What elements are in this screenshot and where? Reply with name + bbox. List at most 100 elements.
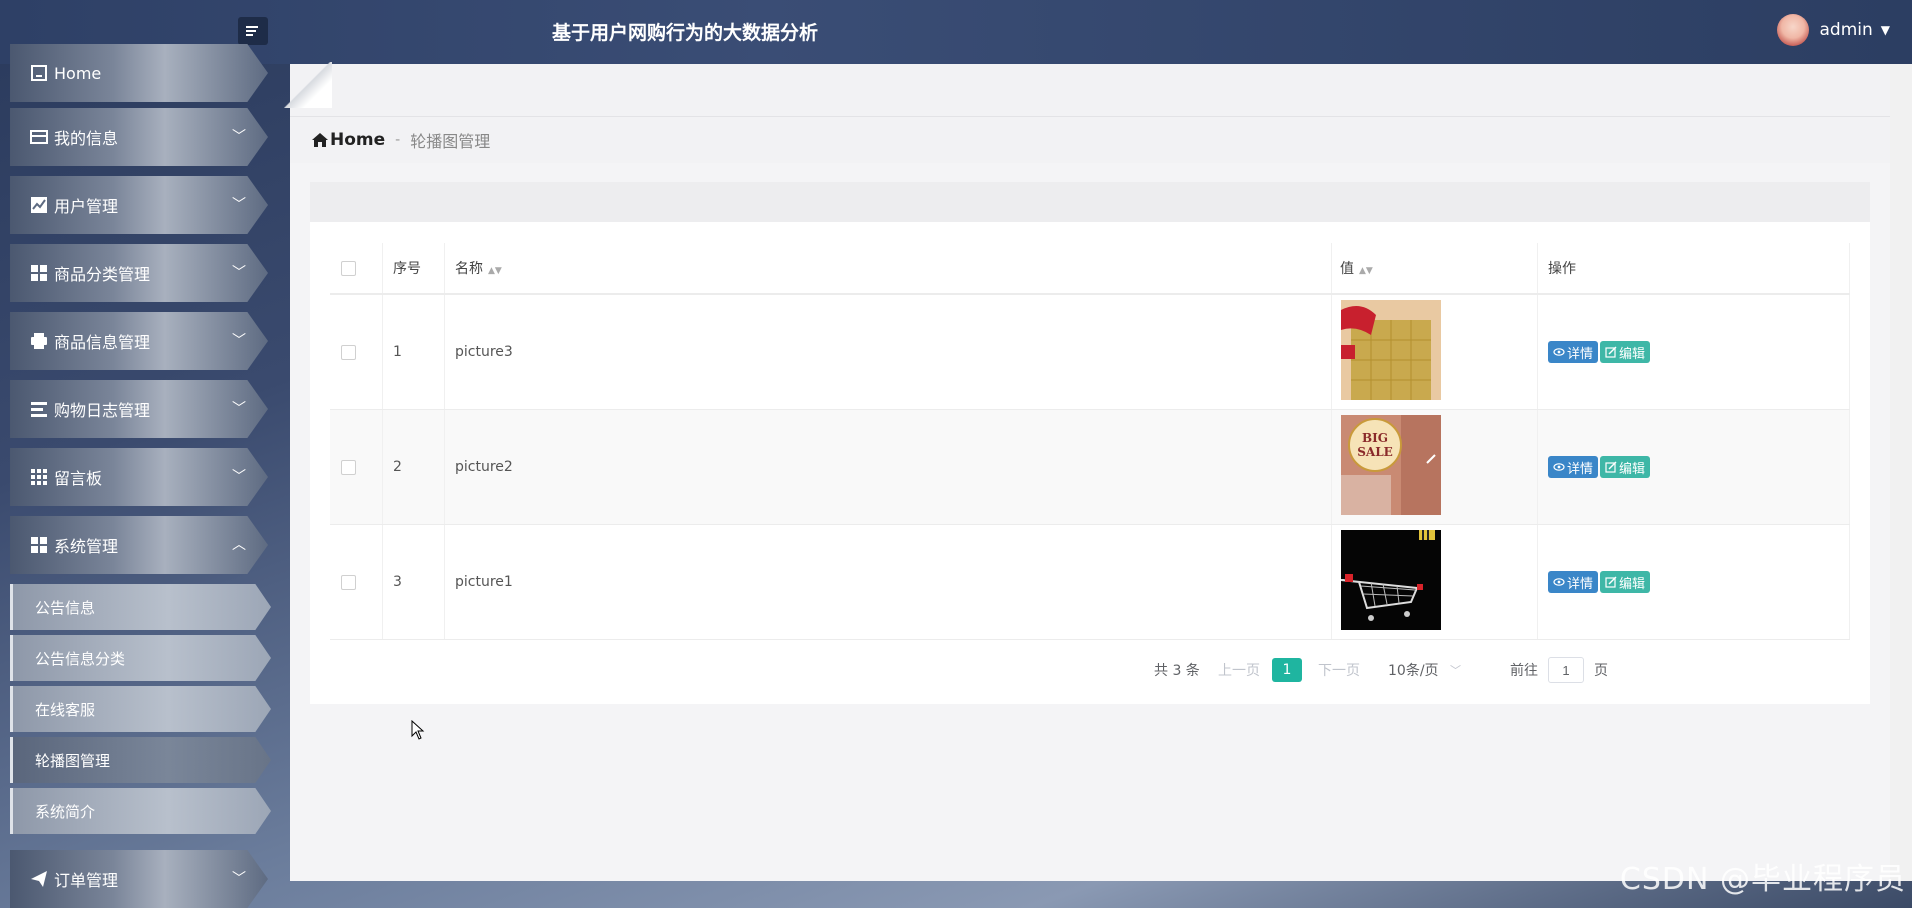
sidebar-item-my-info[interactable]: 我的信息 ﹀ xyxy=(10,108,268,166)
edit-button[interactable]: 编辑 xyxy=(1600,456,1651,478)
chevron-up-icon: ︿ xyxy=(232,537,246,553)
edit-icon xyxy=(1605,461,1617,473)
row-name: picture1 xyxy=(444,524,1332,640)
breadcrumb: Home - 轮播图管理 xyxy=(290,117,1890,164)
row-index: 1 xyxy=(382,294,445,410)
mouse-cursor-icon xyxy=(411,720,425,740)
sidebar-item-label: Home xyxy=(54,63,102,83)
row-checkbox[interactable] xyxy=(341,344,356,360)
svg-text:BIG: BIG xyxy=(1362,431,1388,445)
chevron-down-icon: ﹀ xyxy=(232,197,246,213)
username[interactable]: admin xyxy=(1819,20,1872,40)
sidebar-subitem-system-intro[interactable]: 系统简介 xyxy=(10,788,271,834)
select-all-checkbox[interactable] xyxy=(341,260,356,276)
sidebar-subitem-notice-category[interactable]: 公告信息分类 xyxy=(10,635,271,681)
row-checkbox[interactable] xyxy=(341,574,356,590)
sidebar-item-label: 系统管理 xyxy=(54,537,119,556)
sidebar-item-label: 商品分类管理 xyxy=(54,265,151,284)
row-checkbox[interactable] xyxy=(341,459,356,475)
row-value: BIG SALE xyxy=(1331,409,1538,525)
sidebar-item-label: 订单管理 xyxy=(54,871,119,890)
svg-text:SALE: SALE xyxy=(1357,445,1393,459)
breadcrumb-separator: - xyxy=(395,132,401,148)
row-actions: 详情 编辑 xyxy=(1537,294,1850,410)
col-actions: 操作 xyxy=(1537,243,1850,295)
app-title: 基于用户网购行为的大数据分析 xyxy=(552,22,819,44)
sidebar-item-message-board[interactable]: 留言板 ﹀ xyxy=(10,448,268,506)
red-gift-box-thumbnail xyxy=(1341,300,1441,400)
page-size-select[interactable]: 10条/页 xyxy=(1388,660,1439,680)
row-actions: 详情 编辑 xyxy=(1537,524,1850,640)
avatar[interactable] xyxy=(1777,14,1810,46)
breadcrumb-home[interactable]: Home xyxy=(330,130,385,150)
sidebar: Home 我的信息 ﹀ 用户管理 ﹀ 商品分类管理 ﹀ 商品信息管理 ﹀ 购物日… xyxy=(0,44,290,908)
top-bar: 基于用户网购行为的大数据分析 admin ▼ xyxy=(0,0,1912,64)
edit-icon xyxy=(1605,576,1617,588)
detail-button[interactable]: 详情 xyxy=(1548,571,1599,593)
printer-icon xyxy=(28,330,50,352)
row-actions: 详情 编辑 xyxy=(1537,409,1850,525)
sidebar-item-label: 用户管理 xyxy=(54,197,119,216)
goto-page-input[interactable] xyxy=(1548,657,1584,683)
pagination-total: 共 3 条 xyxy=(1154,663,1200,679)
row-select-cell xyxy=(330,409,383,525)
next-page-button[interactable]: 下一页 xyxy=(1318,660,1360,680)
send-icon xyxy=(28,868,50,890)
row-select-cell xyxy=(330,294,383,410)
chevron-down-icon: ﹀ xyxy=(232,401,246,417)
card-icon xyxy=(28,126,50,148)
sort-icon[interactable]: ▲▼ xyxy=(1359,266,1373,276)
col-value[interactable]: 值 ▲▼ xyxy=(1331,243,1538,295)
sidebar-item-shopping-log[interactable]: 购物日志管理 ﹀ xyxy=(10,380,268,438)
detail-button[interactable]: 详情 xyxy=(1548,341,1599,363)
row-index: 3 xyxy=(382,524,445,640)
prev-page-button[interactable]: 上一页 xyxy=(1218,660,1260,680)
edit-icon xyxy=(1605,346,1617,358)
tab-strip xyxy=(290,64,1890,117)
detail-button[interactable]: 详情 xyxy=(1548,456,1599,478)
page-curl xyxy=(284,62,332,108)
row-name: picture2 xyxy=(444,409,1332,525)
page-number-active[interactable]: 1 xyxy=(1272,658,1302,682)
sidebar-item-label: 购物日志管理 xyxy=(54,401,151,420)
sidebar-item-category[interactable]: 商品分类管理 ﹀ xyxy=(10,244,268,302)
sidebar-item-users[interactable]: 用户管理 ﹀ xyxy=(10,176,268,234)
grid-icon xyxy=(28,262,50,284)
chevron-down-icon[interactable]: ﹀ xyxy=(1450,662,1461,678)
edit-button[interactable]: 编辑 xyxy=(1600,571,1651,593)
col-name[interactable]: 名称 ▲▼ xyxy=(444,243,1332,295)
apps-icon xyxy=(28,466,50,488)
sidebar-item-orders[interactable]: 订单管理 ﹀ xyxy=(10,850,268,908)
edit-button[interactable]: 编辑 xyxy=(1600,341,1651,363)
home-icon xyxy=(28,62,50,84)
data-panel: 序号 名称 ▲▼ 值 ▲▼ 操作 1 picture3 详情 编辑 2 pict… xyxy=(310,182,1870,704)
caret-down-icon[interactable]: ▼ xyxy=(1881,23,1890,37)
breadcrumb-current: 轮播图管理 xyxy=(410,132,491,151)
sidebar-item-products[interactable]: 商品信息管理 ﹀ xyxy=(10,312,268,370)
home-icon xyxy=(312,133,328,147)
sidebar-subitem-notice[interactable]: 公告信息 xyxy=(10,584,271,630)
chart-icon xyxy=(28,194,50,216)
scrollbar[interactable] xyxy=(1890,64,1912,881)
main-content: Home - 轮播图管理 序号 名称▲▼ 值▲▼ 操作 1 picture3 xyxy=(284,62,1890,881)
table-row: 3 picture1 详情 编辑 xyxy=(330,524,1850,640)
sidebar-item-home[interactable]: Home xyxy=(10,44,268,102)
big-sale-thumbnail: BIG SALE xyxy=(1341,415,1441,515)
chevron-down-icon: ﹀ xyxy=(232,265,246,281)
row-value xyxy=(1331,294,1538,410)
panel-toolbar xyxy=(310,182,1870,222)
sidebar-subitem-carousel[interactable]: 轮播图管理 xyxy=(10,737,271,783)
chevron-down-icon: ﹀ xyxy=(232,871,246,887)
eye-icon xyxy=(1553,463,1565,471)
sidebar-item-system[interactable]: 系统管理 ︿ xyxy=(10,516,268,574)
user-menu[interactable]: admin ▼ xyxy=(1777,14,1890,46)
sort-icon[interactable]: ▲▼ xyxy=(488,266,502,276)
row-value xyxy=(1331,524,1538,640)
menu-toggle-button[interactable] xyxy=(238,17,268,45)
list-icon xyxy=(28,398,50,420)
carousel-table: 序号 名称 ▲▼ 值 ▲▼ 操作 1 picture3 详情 编辑 2 pict… xyxy=(330,243,1850,640)
sidebar-item-label: 我的信息 xyxy=(54,129,119,148)
chevron-down-icon: ﹀ xyxy=(232,129,246,145)
table-row: 1 picture3 详情 编辑 xyxy=(330,294,1850,410)
sidebar-subitem-online-service[interactable]: 在线客服 xyxy=(10,686,271,732)
